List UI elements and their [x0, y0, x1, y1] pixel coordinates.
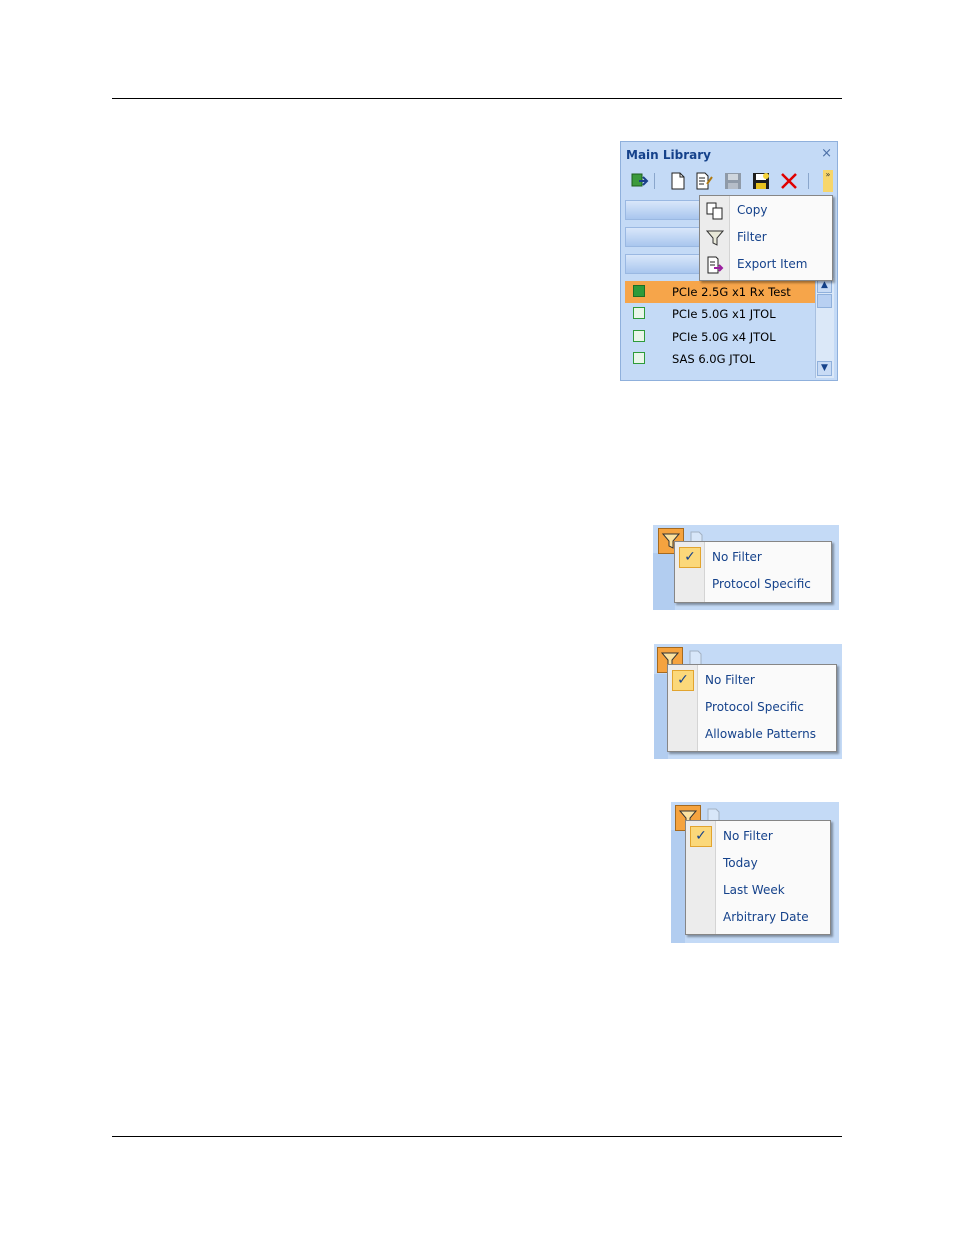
- list-item-label: PCIe 5.0G x4 JTOL: [672, 330, 776, 344]
- copy-icon: [705, 201, 725, 221]
- filter-icon: [705, 228, 725, 248]
- menu-item-export-item[interactable]: Export Item: [700, 251, 832, 278]
- scroll-thumb[interactable]: [817, 294, 832, 308]
- menu-item-protocol-specific[interactable]: Protocol Specific: [675, 571, 831, 598]
- menu-item-last-week[interactable]: Last Week: [686, 877, 830, 904]
- filter-menu: ✓ No Filter Today Last Week Arbitrary Da…: [685, 820, 831, 935]
- group-header-2: [625, 227, 705, 247]
- toolbar-overflow-icon[interactable]: »: [823, 170, 833, 192]
- menu-item-arbitrary-date[interactable]: Arbitrary Date: [686, 904, 830, 931]
- list-item[interactable]: PCIe 2.5G x1 Rx Test: [625, 281, 815, 303]
- item-status-icon: [633, 285, 645, 297]
- close-icon[interactable]: ×: [821, 146, 832, 161]
- check-icon: ✓: [672, 670, 694, 691]
- filter-menu-screenshot-1: ✓ No Filter Protocol Specific: [653, 525, 839, 610]
- save-as-icon[interactable]: [750, 170, 772, 192]
- item-status-icon: [633, 330, 645, 342]
- main-library-panel: Main Library × » PCIe 2.5G x1 Rx Test PC…: [620, 141, 838, 381]
- list-scrollbar[interactable]: ▲ ▼: [815, 278, 834, 378]
- menu-item-filter[interactable]: Filter: [700, 224, 832, 251]
- list-item-label: PCIe 5.0G x1 JTOL: [672, 307, 776, 321]
- panel-title: Main Library: [626, 148, 711, 162]
- check-icon: ✓: [679, 547, 701, 568]
- menu-item-no-filter[interactable]: ✓ No Filter: [686, 823, 830, 850]
- scroll-down-icon[interactable]: ▼: [817, 361, 832, 376]
- menu-item-allowable-patterns[interactable]: Allowable Patterns: [668, 721, 836, 748]
- save-disabled-icon: [722, 170, 744, 192]
- library-list: PCIe 2.5G x1 Rx Test PCIe 5.0G x1 JTOL P…: [625, 281, 815, 379]
- menu-item-no-filter[interactable]: ✓ No Filter: [668, 667, 836, 694]
- library-toolbar: »: [627, 170, 833, 192]
- list-item[interactable]: PCIe 5.0G x1 JTOL: [625, 303, 815, 325]
- menu-item-today[interactable]: Today: [686, 850, 830, 877]
- list-item-label: PCIe 2.5G x1 Rx Test: [672, 285, 791, 299]
- item-status-icon: [633, 352, 645, 364]
- group-header-3: [625, 254, 705, 274]
- new-document-icon[interactable]: [667, 170, 689, 192]
- item-status-icon: [633, 307, 645, 319]
- list-item-label: SAS 6.0G JTOL: [672, 352, 756, 366]
- import-icon[interactable]: [629, 170, 651, 192]
- library-context-menu: Copy Filter Export Item: [699, 195, 833, 281]
- filter-menu-screenshot-2: ✓ No Filter Protocol Specific Allowable …: [654, 644, 842, 759]
- header-rule: [112, 98, 842, 99]
- menu-item-copy[interactable]: Copy: [700, 197, 832, 224]
- menu-item-no-filter[interactable]: ✓ No Filter: [675, 544, 831, 571]
- filter-menu-screenshot-3: ✓ No Filter Today Last Week Arbitrary Da…: [671, 802, 839, 943]
- export-icon: [705, 255, 725, 275]
- menu-item-protocol-specific[interactable]: Protocol Specific: [668, 694, 836, 721]
- check-icon: ✓: [690, 826, 712, 847]
- list-item[interactable]: SAS 6.0G JTOL: [625, 348, 815, 370]
- edit-document-icon[interactable]: [693, 170, 715, 192]
- list-item[interactable]: PCIe 5.0G x4 JTOL: [625, 326, 815, 348]
- group-header-1: [625, 200, 705, 220]
- footer-rule: [112, 1136, 842, 1137]
- delete-icon[interactable]: [778, 170, 800, 192]
- filter-menu: ✓ No Filter Protocol Specific Allowable …: [667, 664, 837, 752]
- filter-menu: ✓ No Filter Protocol Specific: [674, 541, 832, 603]
